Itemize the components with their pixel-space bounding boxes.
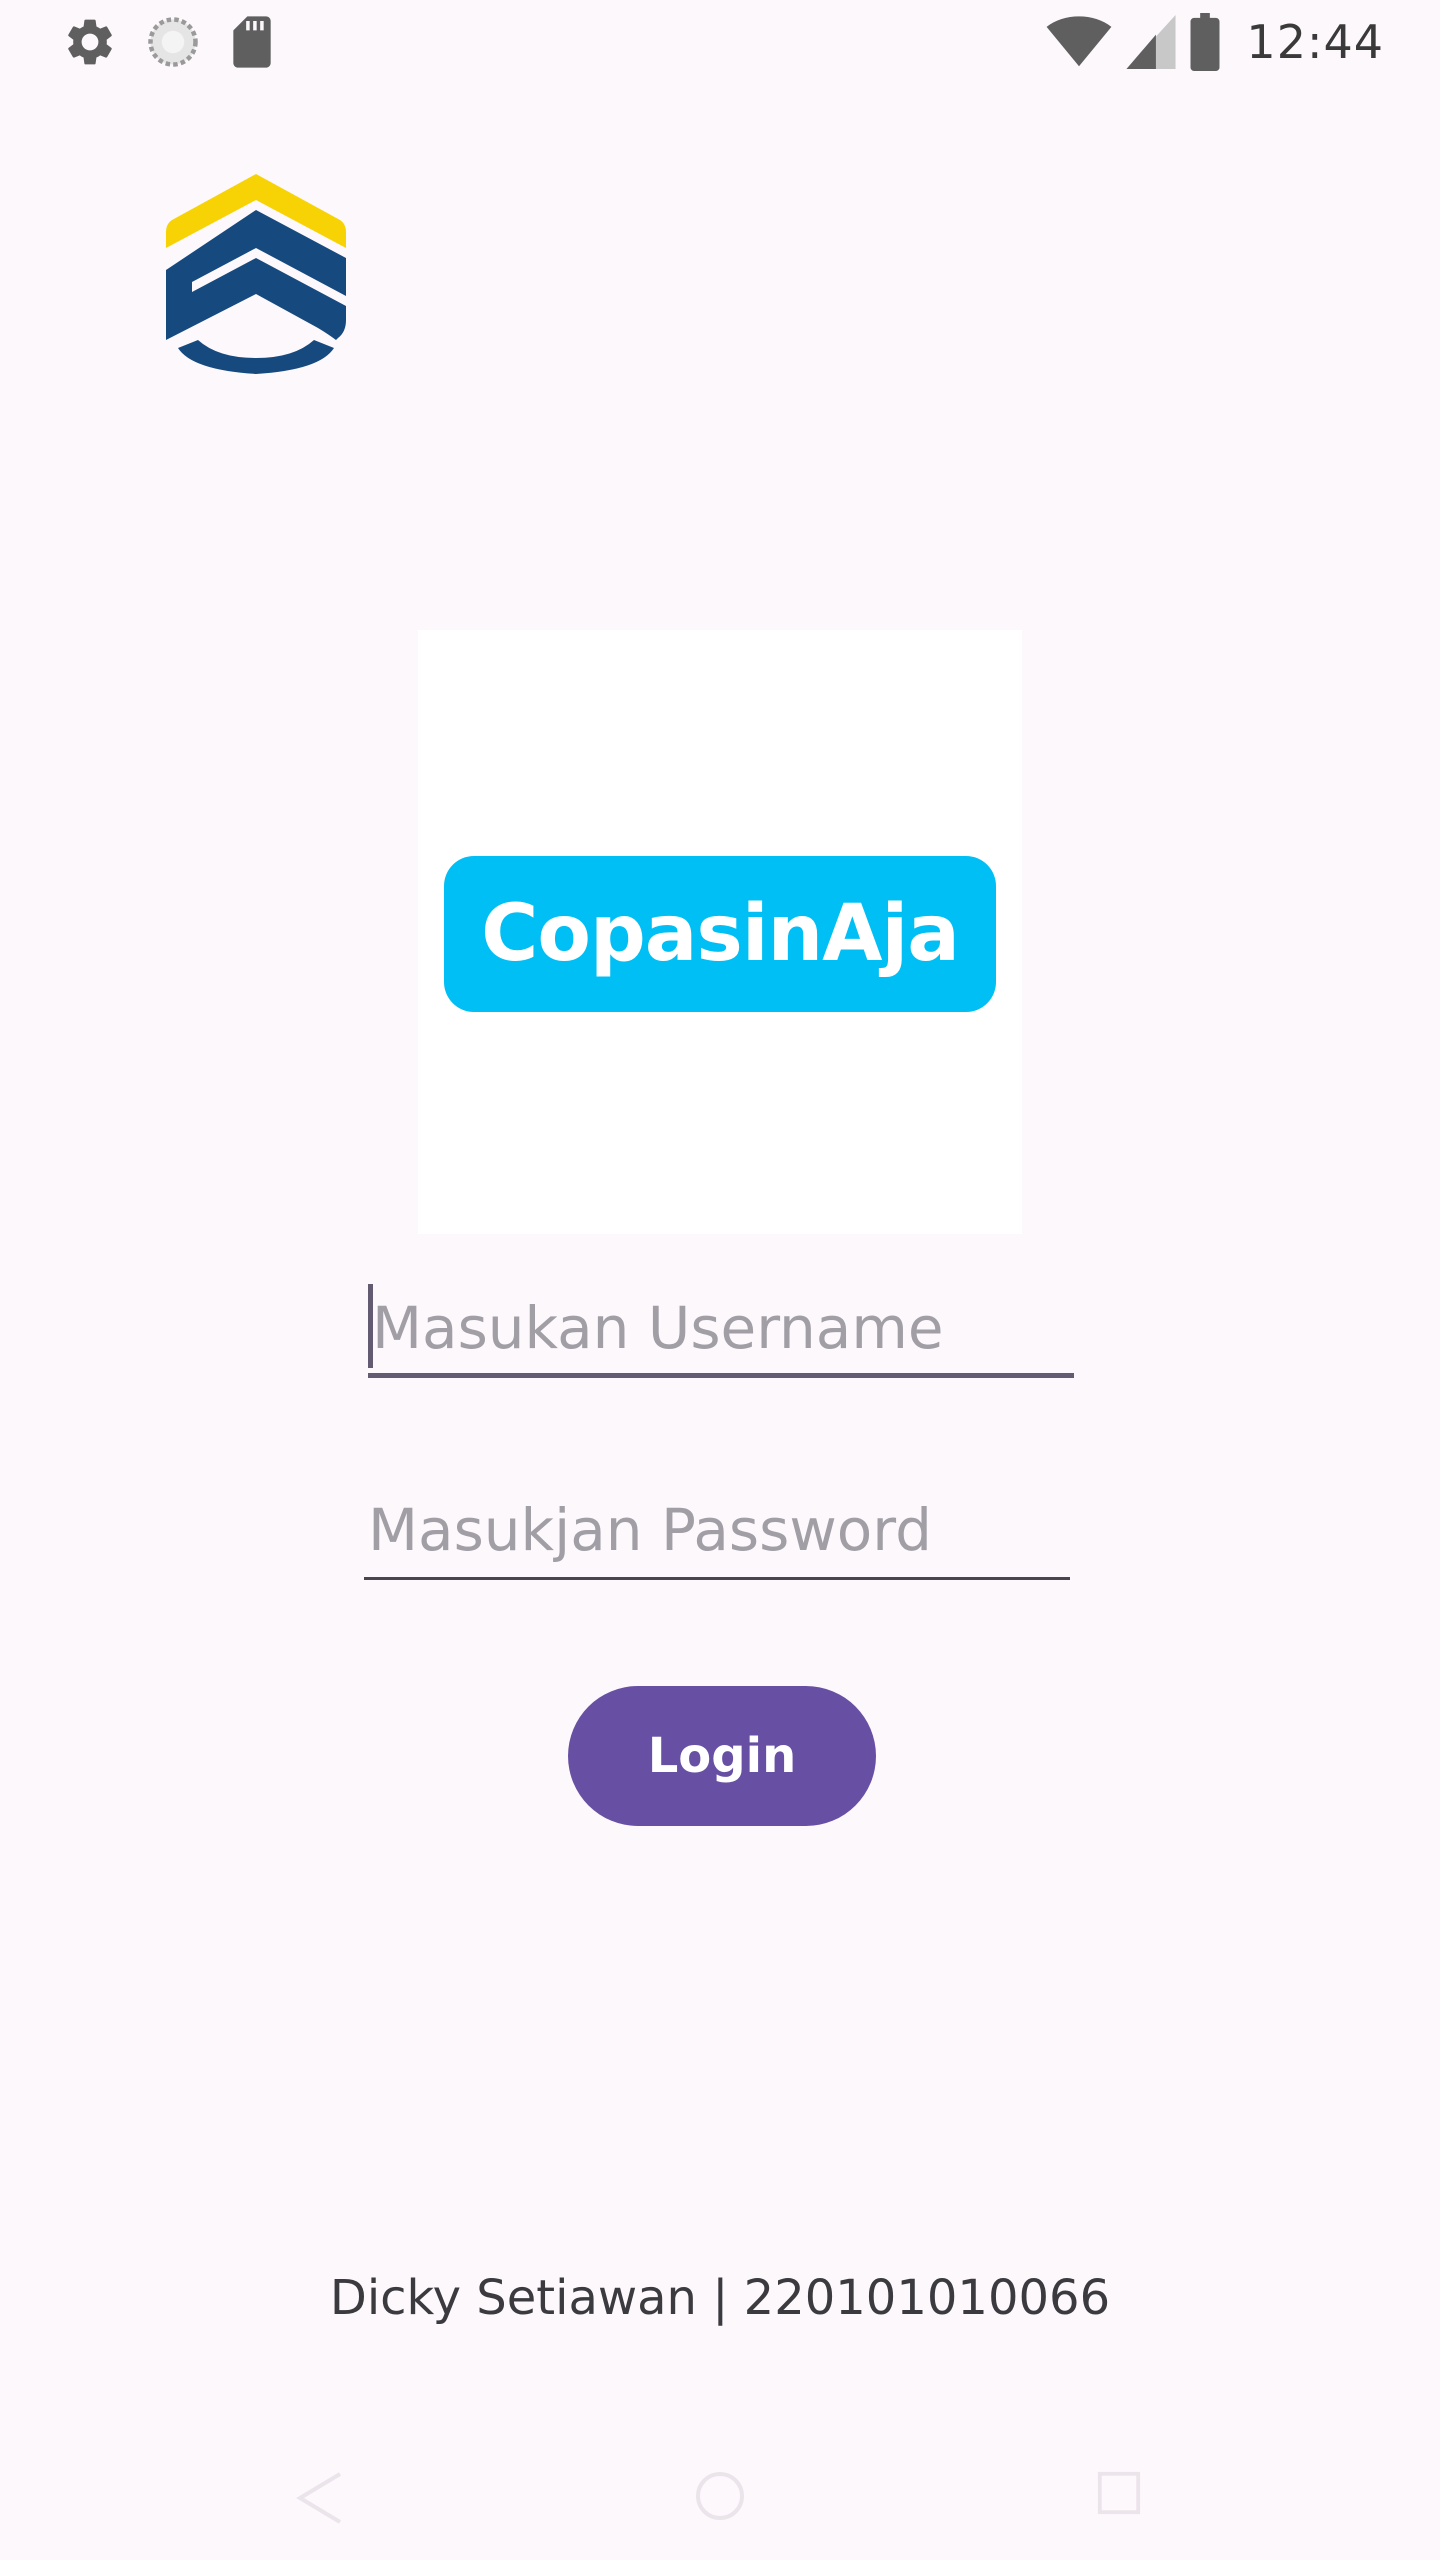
username-underline <box>368 1373 1074 1378</box>
home-icon[interactable] <box>694 2470 746 2522</box>
password-field[interactable] <box>364 1480 1070 1580</box>
brand-badge: CopasinAja <box>444 856 996 1012</box>
status-time: 12:44 <box>1246 15 1384 69</box>
brand-title: CopasinAja <box>481 889 960 979</box>
login-button[interactable]: Login <box>568 1686 876 1826</box>
author-credit: Dicky Setiawan | 220101010066 <box>329 2270 1111 2326</box>
status-icons-left <box>62 14 304 70</box>
password-input[interactable] <box>364 1480 1070 1580</box>
text-cursor <box>368 1284 373 1368</box>
back-icon[interactable] <box>296 2470 344 2526</box>
wifi-icon <box>1047 16 1112 67</box>
sync-icon <box>148 17 198 67</box>
navigation-bar <box>0 2440 1440 2560</box>
username-field[interactable] <box>368 1278 1074 1378</box>
shield-logo-icon <box>166 174 346 374</box>
sd-card-icon <box>233 16 271 68</box>
status-bar: 12:44 <box>0 0 1440 84</box>
username-input[interactable] <box>368 1278 1074 1378</box>
cell-signal-icon <box>1126 15 1176 69</box>
battery-icon <box>1190 13 1220 71</box>
recents-icon[interactable] <box>1096 2470 1142 2516</box>
settings-icon <box>68 19 112 65</box>
hero-image: CopasinAja <box>418 630 1022 1234</box>
status-icons-right: 12:44 <box>1046 12 1384 72</box>
password-underline <box>364 1577 1070 1580</box>
